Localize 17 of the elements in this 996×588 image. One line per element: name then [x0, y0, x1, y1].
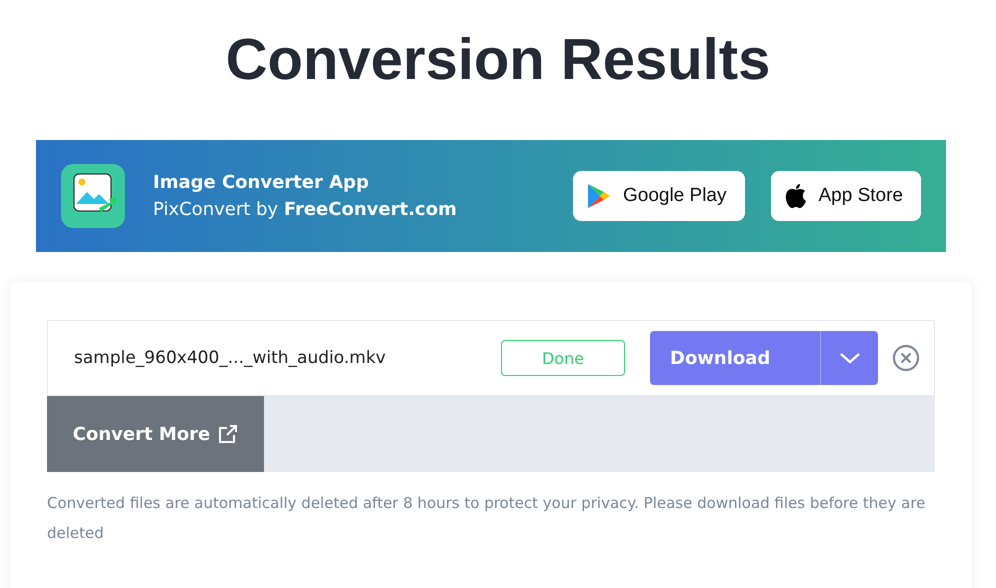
- page-title: Conversion Results: [224, 26, 772, 94]
- chevron-icon: [838, 352, 860, 364]
- close-icon: [892, 344, 920, 372]
- store-button[interactable]: Google Play: [572, 171, 744, 221]
- convert-more-button[interactable]: Convert More: [47, 396, 264, 472]
- external-link-icon: [218, 424, 238, 444]
- play-icon: [586, 183, 611, 209]
- file-name: sample_960x400_..._with_audio.mkv: [74, 348, 387, 368]
- close-button[interactable]: [892, 344, 920, 372]
- privacy-note: Converted files are automatically deleted after 8 hours to protect your privacy. Please download files before they are deleted: [47, 493, 926, 544]
- app-name: Image Converter App: [153, 172, 370, 193]
- app-byline: PixConvert by FreeConvert.com: [153, 199, 458, 220]
- download-button[interactable]: Download: [650, 331, 820, 385]
- apple-icon: [784, 183, 806, 209]
- store-button[interactable]: App Store: [770, 171, 921, 221]
- image-app-icon: [61, 164, 125, 228]
- status-label: Done: [501, 340, 625, 376]
